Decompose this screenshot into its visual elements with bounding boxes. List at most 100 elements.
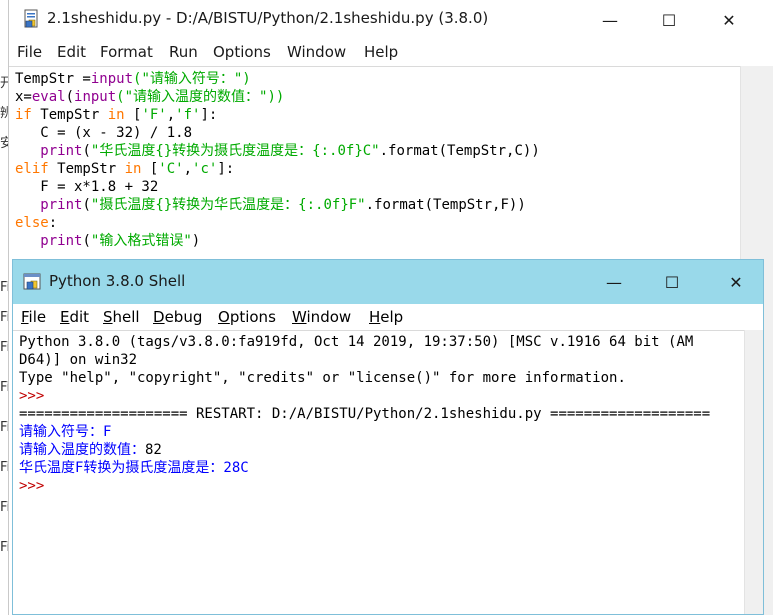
code-token: 'F' [141,107,167,123]
python-shell-icon [23,273,41,290]
code-token: TempStr [31,107,108,123]
code-token: , [166,107,176,123]
menu-label-rest: dit [69,308,90,326]
editor-titlebar[interactable]: 2.1sheshidu.py - D:/A/BISTU/Python/2.1sh… [9,0,773,40]
minimize-button[interactable]: — [587,0,633,40]
code-token: [ [141,161,159,177]
code-token: ( [82,233,91,249]
code-token: ]: [200,107,218,123]
menu-label-rest: ile [28,308,47,326]
code-line: x=eval(input("请输入温度的数值：")) [15,88,540,106]
code-token: , [183,161,193,177]
code-token: print [40,143,83,159]
code-token: .format(TempStr,F)) [365,197,526,213]
code-line: print("华氏温度{}转换为摄氏度温度是：{:.0f}C".format(T… [15,142,539,160]
shell-menu-file[interactable]: File [21,308,46,326]
shell-menu-shell[interactable]: Shell [103,308,140,326]
menu-options[interactable]: Options [213,43,271,61]
code-token: in [124,161,142,177]
menu-label-rest: ptions [229,308,276,326]
maximize-button[interactable]: ☐ [646,0,692,40]
shell-menubar: File Edit Shell Debug Options Window Help [13,304,763,330]
menu-accelerator: W [292,308,307,326]
code-token: 'c' [192,161,218,177]
menu-label-rest: indow [306,308,352,326]
shell-menu-debug[interactable]: Debug [153,308,202,326]
close-icon: ✕ [729,272,743,292]
code-token: if [15,107,32,123]
shell-titlebar[interactable]: Python 3.8.0 Shell — ☐ ✕ [13,260,763,304]
code-line: else: [15,214,540,232]
code-token: TempStr = [15,71,91,87]
shell-line: 华氏温度F转换为摄氏度温度是：28C [19,460,249,476]
code-token: input [90,71,134,87]
code-token: [ [124,107,142,123]
shell-menu-window[interactable]: Window [292,308,351,326]
background-text-fragment: 开 [0,76,8,91]
menu-accelerator: H [369,308,381,326]
code-token: eval [31,89,66,105]
background-text-fragment: 辨 [0,106,8,121]
code-token: TempStr [48,161,125,177]
shell-line: 请输入温度的数值：82 [19,441,710,459]
code-token: ( [82,143,91,159]
code-token: in [107,107,125,123]
code-token: "摄氏温度{}转换为华氏温度是：{:.0f}F" [90,197,366,213]
menu-file[interactable]: File [17,43,42,61]
code-line: print("输入格式错误") [15,232,540,250]
shell-menu-help[interactable]: Help [369,308,403,326]
code-token: 'C' [158,161,184,177]
code-token: 'f' [175,107,201,123]
background-text-fragment: 安 [0,136,8,151]
shell-user-input: 82 [145,442,162,458]
code-token: elif [15,161,49,177]
menu-edit[interactable]: Edit [57,43,86,61]
code-token: ("请输入温度的数值：")) [116,89,285,105]
shell-line: 请输入符号：F [19,424,112,440]
shell-line: Type "help", "copyright", "credits" or "… [19,370,626,386]
menu-accelerator: D [153,308,165,326]
menu-run[interactable]: Run [169,43,198,61]
editor-title: 2.1sheshidu.py - D:/A/BISTU/Python/2.1sh… [47,9,489,27]
menu-format[interactable]: Format [100,43,153,61]
code-token: F = x*1.8 + 32 [15,179,159,195]
background-text-fragment: Fi [0,420,8,435]
menu-label-rest: ebug [164,308,203,326]
menu-label-rest: elp [380,308,404,326]
shell-line: >>> [19,478,45,494]
code-token: "华氏温度{}转换为摄氏度温度是：{:.0f}C" [90,143,380,159]
shell-output[interactable]: Python 3.8.0 (tags/v3.8.0:fa919fd, Oct 1… [13,330,745,614]
close-icon: ✕ [722,10,736,30]
shell-line: Python 3.8.0 (tags/v3.8.0:fa919fd, Oct 1… [19,334,694,350]
shell-line: D64)] on win32 [19,352,138,368]
source-code[interactable]: TempStr =input("请输入符号：") x=eval(input("请输… [15,70,540,250]
menu-accelerator: S [103,308,113,326]
idle-file-icon [24,9,38,28]
shell-window: Python 3.8.0 Shell — ☐ ✕ File Edit Shell De… [12,259,764,615]
shell-vertical-scrollbar[interactable] [744,330,763,614]
shell-minimize-button[interactable]: — [591,260,637,304]
code-token: x= [15,89,32,105]
shell-menu-options[interactable]: Options [218,308,276,326]
background-text-fragment: Fi [0,540,8,555]
shell-transcript[interactable]: Python 3.8.0 (tags/v3.8.0:fa919fd, Oct 1… [19,333,710,495]
shell-maximize-button[interactable]: ☐ [649,260,695,304]
menu-accelerator: F [21,308,29,326]
background-text-fragment: Fi [0,340,8,355]
code-line: C = (x - 32) / 1.8 [15,124,540,142]
background-text-fragment: Fi [0,380,8,395]
menu-help[interactable]: Help [364,43,398,61]
code-line: print("摄氏温度{}转换为华氏温度是：{:.0f}F".format(Te… [15,196,540,214]
maximize-icon: ☐ [661,10,677,30]
shell-prompt-text: 请输入温度的数值： [19,442,145,458]
shell-menu-edit[interactable]: Edit [60,308,89,326]
shell-title: Python 3.8.0 Shell [49,272,186,290]
code-token: ) [191,233,201,249]
code-token: else [15,215,49,231]
close-button[interactable]: ✕ [706,0,752,40]
menu-window[interactable]: Window [287,43,346,61]
shell-close-button[interactable]: ✕ [713,260,759,304]
background-text-fragment: Fi [0,500,8,515]
shell-line: ==================== RESTART: D:/A/BISTU… [19,406,711,422]
